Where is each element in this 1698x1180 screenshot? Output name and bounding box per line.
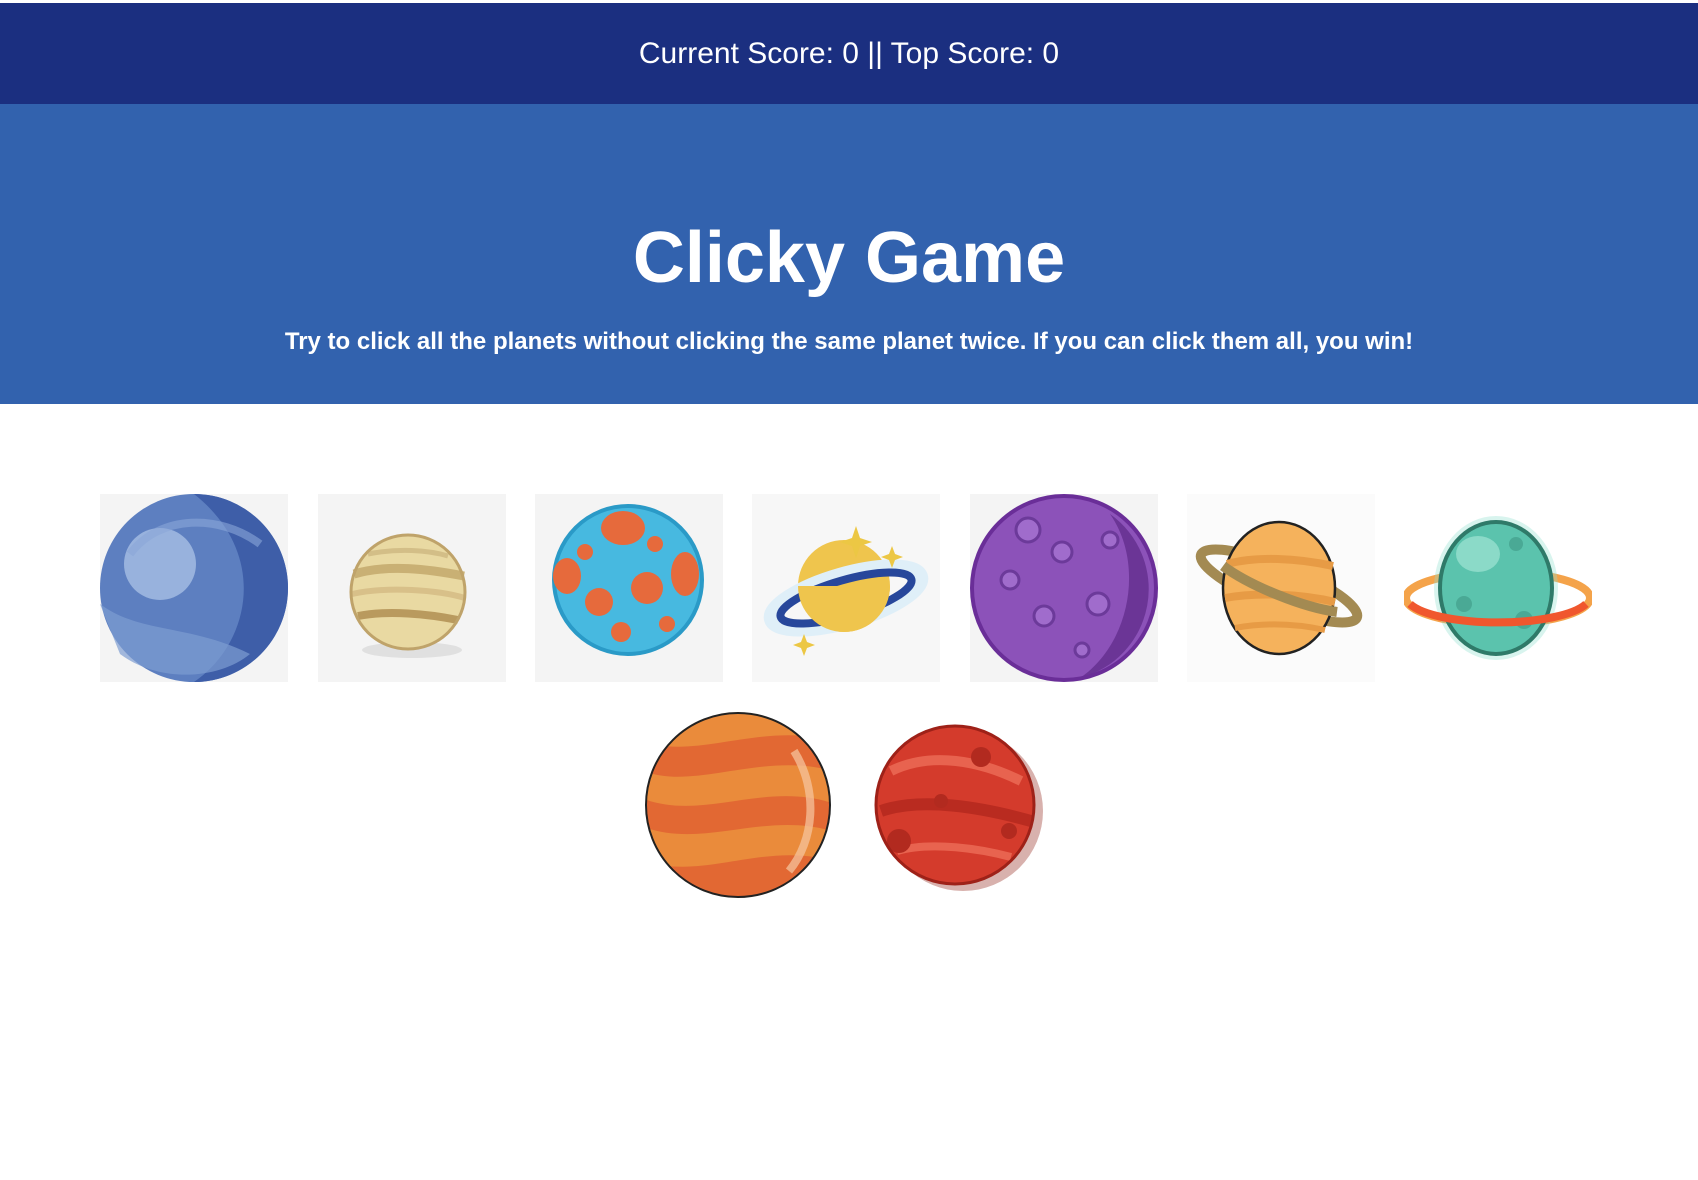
- planet-card-3[interactable]: [535, 494, 723, 682]
- planet-card-8[interactable]: [644, 711, 832, 899]
- red-planet-icon: [874, 724, 1043, 891]
- planet-card-9[interactable]: [861, 711, 1049, 899]
- orange-striped-planet-icon: [645, 712, 831, 898]
- score-navbar: Current Score: 0 || Top Score: 0: [0, 3, 1698, 104]
- header-jumbotron: Clicky Game Try to click all the planets…: [0, 104, 1698, 404]
- instructions-text: Try to click all the planets without cli…: [284, 328, 1414, 355]
- planet-card-6[interactable]: [1187, 494, 1375, 682]
- planet-card-1[interactable]: [100, 494, 288, 682]
- score-text: Current Score: 0 || Top Score: 0: [638, 36, 1060, 70]
- cream-striped-planet-icon: [318, 494, 506, 682]
- cyan-crater-planet-icon: [535, 494, 723, 682]
- teal-ringed-planet-icon: [1404, 494, 1592, 682]
- planet-card-4[interactable]: [752, 494, 940, 682]
- planet-card-7[interactable]: [1404, 494, 1592, 682]
- page-title: Clicky Game: [632, 218, 1066, 298]
- yellow-ringed-planet-icon: [752, 494, 940, 682]
- planet-card-2[interactable]: [318, 494, 506, 682]
- orange-ringed-planet-icon: [1187, 494, 1375, 682]
- purple-crater-planet-icon: [970, 494, 1158, 682]
- planet-card-5[interactable]: [970, 494, 1158, 682]
- blue-planet-icon: [100, 494, 288, 682]
